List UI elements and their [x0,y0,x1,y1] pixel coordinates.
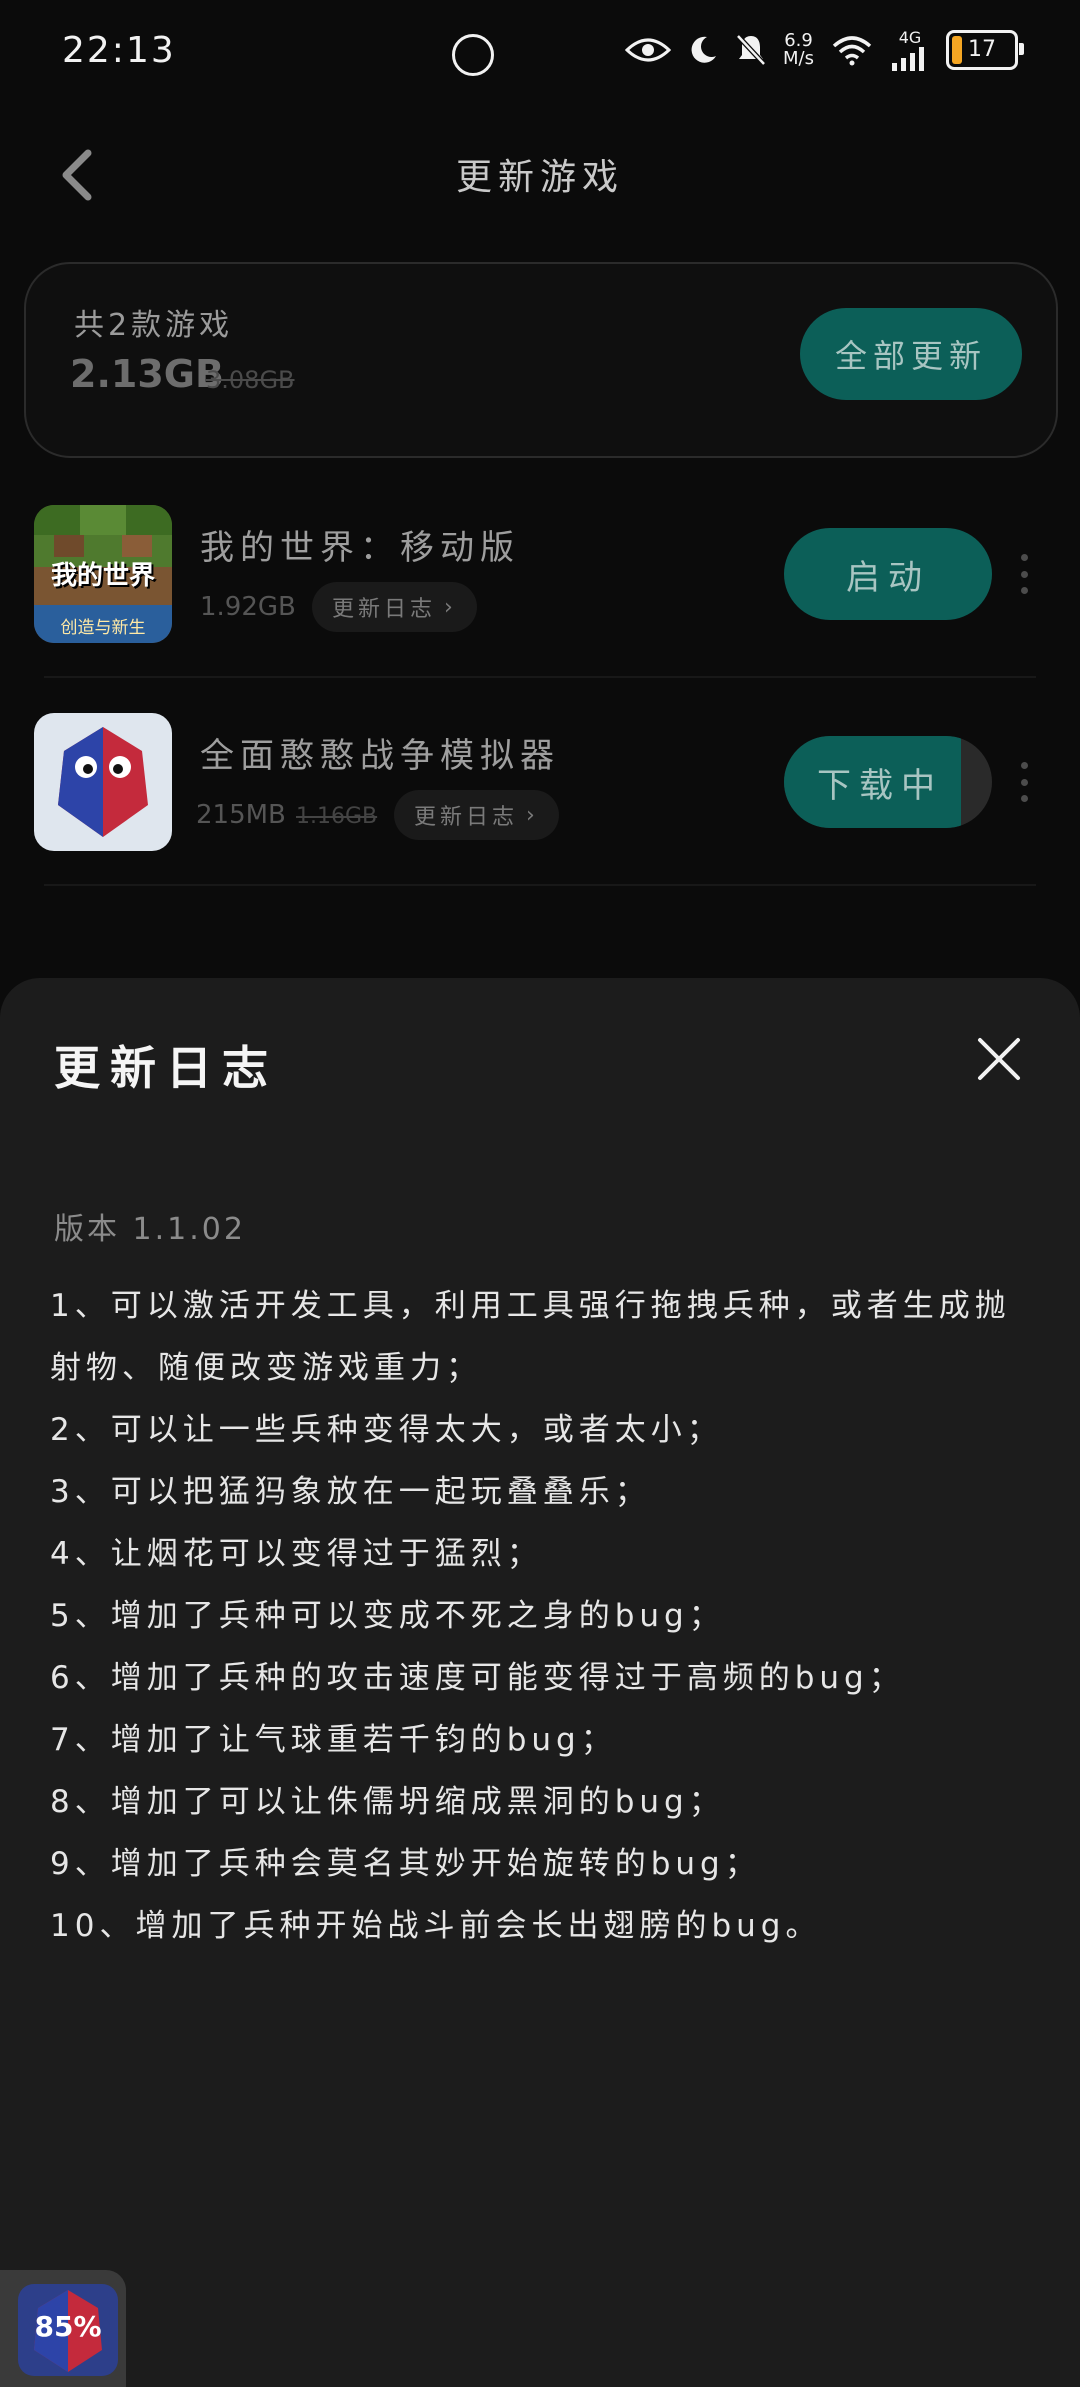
tabs-character-icon [58,727,148,837]
minecraft-icon-subtitle: 创造与新生 [60,618,146,638]
bell-muted-icon [736,33,766,66]
close-button[interactable] [976,1036,1022,1082]
network-type: 4G [898,28,922,47]
game-name: 全面憨憨战争模拟器 [200,736,560,776]
changelog-item: 2、可以让一些兵种变得太大，或者太小； [50,1412,723,1448]
eye-icon [625,38,672,61]
wifi-icon [832,35,872,65]
more-options-icon[interactable] [1014,762,1034,802]
changelog-item: 3、可以把猛犸象放在一起玩叠叠乐； [50,1474,651,1510]
summary-count: 共2款游戏 [74,308,234,343]
network-speed: 6.9 M/s [783,29,814,69]
changelog-button[interactable]: 更新日志 › [312,582,477,632]
status-icons: 6.9 M/s 4G 17 [625,28,1024,71]
signal-bars-icon [892,47,924,71]
speed-unit: M/s [783,47,814,69]
minecraft-icon-title: 我的世界 [50,561,155,591]
game-name: 我的世界：移动版 [200,528,520,568]
speed-value: 6.9 [784,29,813,51]
moon-icon [691,36,717,63]
summary-old-size: 3.08GB [206,366,295,394]
game-old-size: 1.16GB [296,804,378,829]
chevron-right-icon: › [526,802,539,828]
divider [44,884,1036,886]
summary-size: 2.13GB [70,352,224,396]
update-all-button[interactable]: 全部更新 [800,308,1022,400]
changelog-item: 4、让烟花可以变得过于猛烈； [50,1536,543,1572]
changelog-label: 更新日志 [332,597,437,622]
changelog-item: 7、增加了让气球重若千钧的bug； [50,1722,617,1758]
changelog-label: 更新日志 [414,805,519,830]
battery-level: 17 [968,37,996,62]
more-options-icon[interactable] [1014,554,1034,594]
changelog-item: 1、可以激活开发工具，利用工具强行拖拽兵种，或者生成抛射物、随便改变游戏重力； [50,1288,1011,1386]
minecraft-game-icon[interactable]: 我的世界 创造与新生 [34,505,172,643]
chevron-right-icon: › [444,594,457,620]
cellular-signal: 4G [890,28,930,71]
floating-progress-label: 85% [34,2310,102,2343]
changelog-item: 6、增加了兵种的攻击速度可能变得过于高频的bug； [50,1660,905,1696]
status-time: 22:13 [62,30,176,71]
sheet-title: 更新日志 [54,1041,278,1095]
page-title: 更新游戏 [455,157,624,198]
changelog-item: 8、增加了可以让侏儒坍缩成黑洞的bug； [50,1784,725,1820]
changelog-list: 1、可以激活开发工具，利用工具强行拖拽兵种，或者生成抛射物、随便改变游戏重力； … [50,1275,1040,1957]
app-notification-icon [452,34,494,76]
changelog-item: 5、增加了兵种可以变成不死之身的bug； [50,1598,725,1634]
version-label: 版本 1.1.02 [54,1212,246,1247]
divider [44,676,1036,678]
changelog-item: 9、增加了兵种会莫名其妙开始旋转的bug； [50,1846,761,1882]
changelog-item: 10、增加了兵种开始战斗前会长出翅膀的bug。 [50,1908,822,1944]
changelog-button[interactable]: 更新日志 › [394,790,559,840]
battery-icon: 17 [946,29,1024,70]
close-icon [978,1038,1020,1080]
game-size: 1.92GB [200,592,296,622]
launch-button[interactable]: 启动 [784,528,992,620]
game-size: 215MB [196,800,286,830]
tabs-game-icon[interactable] [34,713,172,851]
download-status-label: 下载中 [817,765,943,806]
downloading-button[interactable]: 下载中 [784,736,992,828]
